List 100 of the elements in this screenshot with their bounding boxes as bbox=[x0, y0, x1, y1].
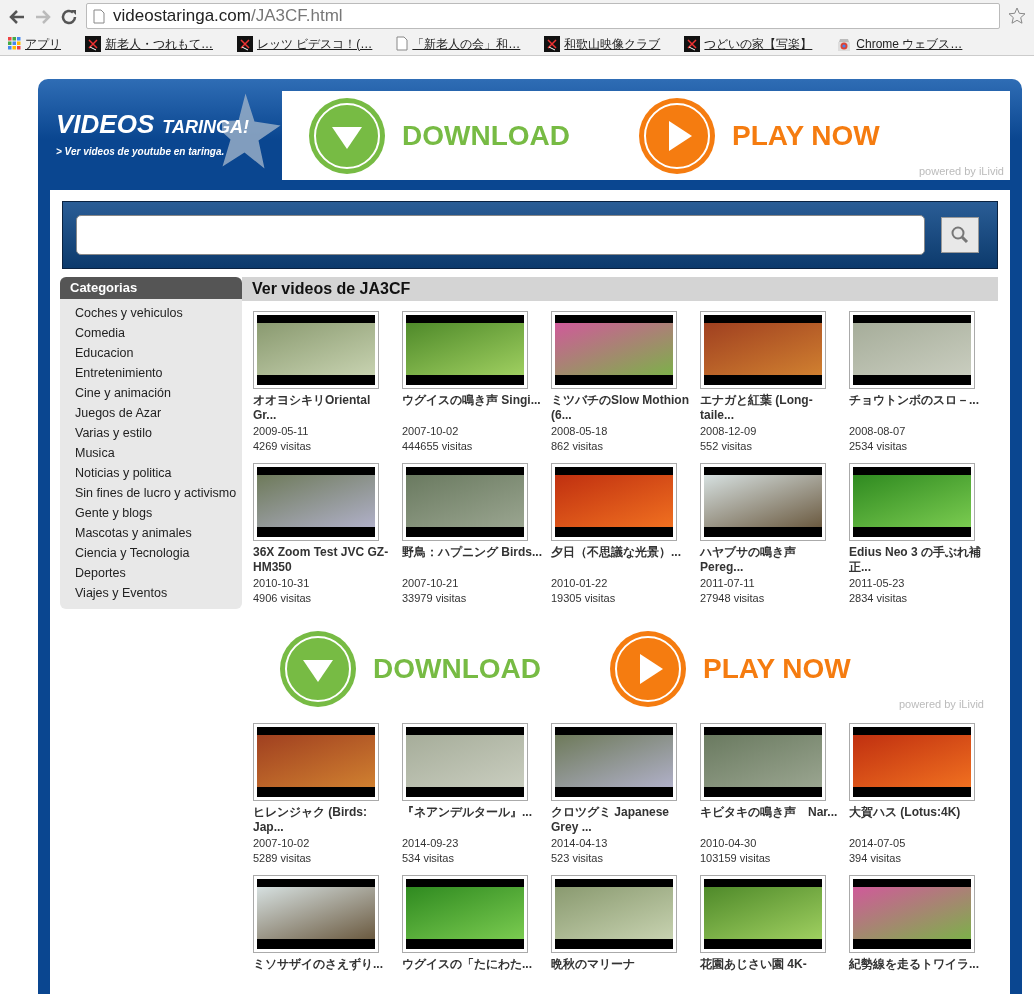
video-date: 2008-05-18 bbox=[551, 424, 609, 439]
video-title-link[interactable]: キビタキの鳴き声 Nar... bbox=[700, 805, 840, 836]
address-bar[interactable]: videostaringa.com/JA3CF.html bbox=[86, 3, 1000, 29]
bookmark[interactable]: Chrome ウェブス… bbox=[836, 34, 963, 53]
video-thumbnail[interactable] bbox=[253, 311, 379, 389]
site-logo[interactable]: VIDEOS TARINGA! > Ver videos de youtube en taringa. bbox=[50, 91, 282, 180]
bookmark-label: レッツ ビデスコ！(… bbox=[257, 35, 373, 53]
video-title-link[interactable]: エナガと紅葉 (Long-taile... bbox=[700, 393, 840, 424]
video-date: 2014-07-05 bbox=[849, 836, 907, 851]
video-thumbnail[interactable] bbox=[253, 723, 379, 801]
video-title-link[interactable]: 大賀ハス (Lotus:4K) bbox=[849, 805, 989, 836]
video-title-link[interactable]: ウグイスの「たにわた... bbox=[402, 957, 542, 988]
video-thumbnail[interactable] bbox=[849, 875, 975, 953]
category-link[interactable]: Sin fines de lucro y activismo bbox=[60, 483, 242, 503]
video-title-link[interactable]: チョウトンボのスロ－... bbox=[849, 393, 989, 424]
video-title-link[interactable]: 花園あじさい園 4K- bbox=[700, 957, 840, 988]
video-title-link[interactable]: 野鳥：ハプニング Birds... bbox=[402, 545, 542, 576]
video-date: 2008-12-09 bbox=[700, 424, 758, 439]
video-title-link[interactable]: 紀勢線を走るトワイラ... bbox=[849, 957, 989, 988]
video-thumbnail[interactable] bbox=[700, 463, 826, 541]
video-thumbnail[interactable] bbox=[700, 311, 826, 389]
category-link[interactable]: Juegos de Azar bbox=[60, 403, 242, 423]
bookmark[interactable]: つどいの家【写楽】 bbox=[684, 34, 813, 53]
video-thumbnail[interactable] bbox=[849, 463, 975, 541]
play-icon bbox=[638, 96, 716, 175]
video-title-link[interactable]: ウグイスの鳴き声 Singi... bbox=[402, 393, 542, 424]
video-thumbnail[interactable] bbox=[551, 723, 677, 801]
video-thumbnail[interactable] bbox=[700, 723, 826, 801]
favicon-icon bbox=[237, 35, 253, 52]
video-thumbnail[interactable] bbox=[402, 723, 528, 801]
video-title-link[interactable]: 晩秋のマリーナ bbox=[551, 957, 691, 988]
video-thumbnail[interactable] bbox=[849, 311, 975, 389]
view-count: 394 visitas bbox=[849, 851, 902, 866]
video-thumbnail[interactable] bbox=[551, 463, 677, 541]
video-date: 2014-09-23 bbox=[402, 836, 460, 851]
play-icon bbox=[609, 630, 687, 708]
video-thumbnail[interactable] bbox=[551, 875, 677, 953]
category-link[interactable]: Varias y estilo bbox=[60, 423, 242, 443]
video-title-link[interactable]: オオヨシキリOriental Gr... bbox=[253, 393, 393, 424]
category-link[interactable]: Noticias y politica bbox=[60, 463, 242, 483]
video-date: 2010-10-31 bbox=[253, 576, 311, 591]
video-thumbnail[interactable] bbox=[551, 311, 677, 389]
video-title-link[interactable]: ハヤブサの鳴き声 Pereg... bbox=[700, 545, 840, 576]
video-thumbnail[interactable] bbox=[700, 875, 826, 953]
logo-tagline: > Ver videos de youtube en taringa. bbox=[56, 145, 226, 159]
section-heading: Ver videos de JA3CF bbox=[242, 277, 998, 301]
video-thumbnail[interactable] bbox=[253, 463, 379, 541]
category-link[interactable]: Deportes bbox=[60, 563, 242, 583]
video-title-link[interactable]: Edius Neo 3 の手ぶれ補正... bbox=[849, 545, 989, 576]
view-count: 4269 visitas bbox=[253, 439, 313, 454]
play-now-text: PLAY NOW bbox=[732, 118, 880, 153]
category-link[interactable]: Gente y blogs bbox=[60, 503, 242, 523]
play-now-text: PLAY NOW bbox=[703, 652, 851, 686]
bookmark-label: Chrome ウェブス… bbox=[856, 35, 963, 53]
video-thumbnail[interactable] bbox=[253, 875, 379, 953]
view-count: 2534 visitas bbox=[849, 439, 909, 454]
view-count: 444655 visitas bbox=[402, 439, 474, 454]
video-title-link[interactable]: 夕日（不思議な光景）... bbox=[551, 545, 691, 576]
video-title-link[interactable]: 『ネアンデルタール』... bbox=[402, 805, 542, 836]
video-date: 2011-05-23 bbox=[849, 576, 906, 591]
view-count: 534 visitas bbox=[402, 851, 455, 866]
favicon-icon bbox=[85, 35, 101, 52]
bookmark-label: 「新老人の会」和… bbox=[412, 35, 521, 53]
video-date: 2010-01-22 bbox=[551, 576, 609, 591]
category-link[interactable]: Educacion bbox=[60, 343, 242, 363]
video-title-link[interactable]: ヒレンジャク (Birds: Jap... bbox=[253, 805, 393, 836]
category-link[interactable]: Comedia bbox=[60, 323, 242, 343]
search-field[interactable] bbox=[76, 215, 925, 255]
video-thumbnail[interactable] bbox=[402, 311, 528, 389]
star-icon bbox=[1008, 7, 1026, 25]
view-count: 19305 visitas bbox=[551, 591, 617, 606]
bookmark[interactable]: 和歌山映像クラブ bbox=[544, 34, 661, 53]
video-title-link[interactable]: ミソサザイのさえずり... bbox=[253, 957, 393, 988]
bookmark[interactable]: レッツ ビデスコ！(… bbox=[237, 34, 373, 53]
video-thumbnail[interactable] bbox=[849, 723, 975, 801]
category-link[interactable]: Mascotas y animales bbox=[60, 523, 242, 543]
video-title-link[interactable]: クロツグミ Japanese Grey ... bbox=[551, 805, 691, 836]
category-link[interactable]: Ciencia y Tecnologia bbox=[60, 543, 242, 563]
url-text: videostaringa.com/JA3CF.html bbox=[113, 5, 343, 27]
video-title-link[interactable]: 36X Zoom Test JVC GZ-HM350 bbox=[253, 545, 393, 576]
logo-text: VIDEOS bbox=[56, 108, 155, 141]
video-thumbnail[interactable] bbox=[402, 463, 528, 541]
category-link[interactable]: Cine y animación bbox=[60, 383, 242, 403]
category-link[interactable]: Coches y vehiculos bbox=[60, 303, 242, 323]
category-link[interactable]: Musica bbox=[60, 443, 242, 463]
page-icon bbox=[396, 36, 409, 51]
view-count: 2834 visitas bbox=[849, 591, 909, 606]
bookmark[interactable]: 「新老人の会」和… bbox=[396, 34, 521, 53]
page-icon bbox=[93, 8, 105, 24]
category-link[interactable]: Viajes y Eventos bbox=[60, 583, 242, 603]
powered-by-text: powered by iLivid bbox=[919, 163, 1004, 179]
video-thumbnail[interactable] bbox=[402, 875, 528, 953]
view-count: 4906 visitas bbox=[253, 591, 313, 606]
category-link[interactable]: Entretenimiento bbox=[60, 363, 242, 383]
search-icon bbox=[950, 225, 970, 245]
search-button[interactable] bbox=[941, 217, 979, 253]
video-date: 2007-10-21 bbox=[402, 576, 460, 591]
video-title-link[interactable]: ミツバチのSlow Mothion (6... bbox=[551, 393, 691, 424]
view-count: 552 visitas bbox=[700, 439, 753, 454]
video-date: 2007-10-02 bbox=[253, 836, 311, 851]
